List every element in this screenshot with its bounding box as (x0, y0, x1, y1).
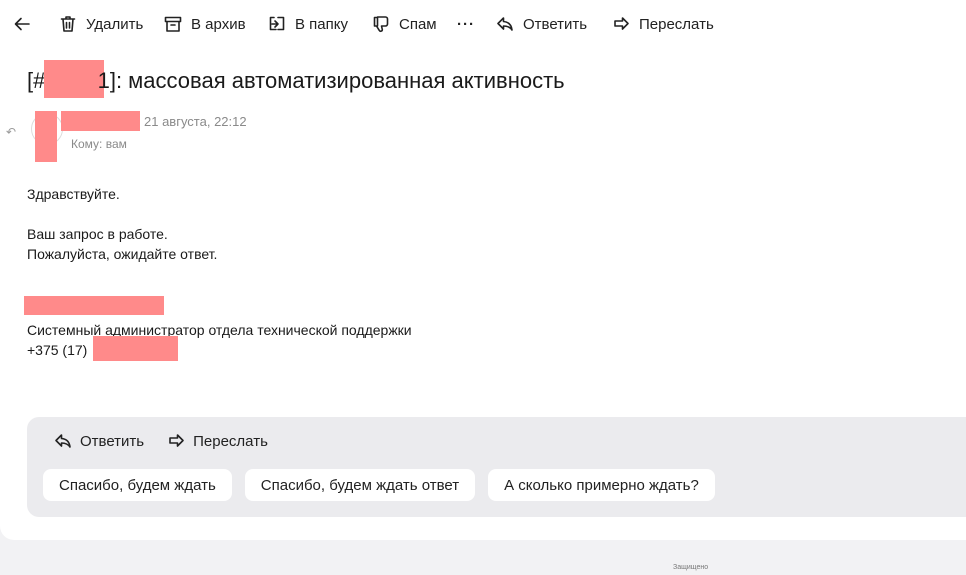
archive-button[interactable]: В архив (163, 8, 246, 40)
body-line-1: Ваш запрос в работе. (27, 226, 168, 242)
move-folder-icon (269, 16, 285, 31)
forward-label: Переслать (639, 15, 714, 33)
phone-redaction (93, 336, 178, 361)
folder-label: В папку (295, 15, 348, 33)
message-date: 21 августа, 22:12 (144, 114, 247, 129)
more-button[interactable]: ··· (457, 8, 475, 40)
reply-panel-actions: Ответить Переслать (53, 431, 290, 451)
protected-note: Защищено (673, 564, 709, 571)
quick-reply-panel: Ответить Переслать Спасибо, будем ждать … (27, 417, 966, 517)
arrow-left-icon (14, 17, 30, 31)
archive-icon (164, 16, 182, 32)
signature-name-redaction (24, 296, 164, 315)
message-body: Здравствуйте. Ваш запрос в работе. Пожал… (27, 184, 217, 264)
spam-button[interactable]: Спам (371, 8, 437, 40)
subject-mid: 1 (97, 68, 110, 93)
archive-label: В архив (191, 15, 246, 33)
panel-reply-button[interactable]: Ответить (53, 431, 144, 451)
message-card: Удалить В архив В папку Спам ··· Ответит… (0, 0, 966, 540)
panel-forward-button[interactable]: Переслать (166, 431, 268, 451)
body-line-2: Пожалуйста, ожидайте ответ. (27, 246, 218, 262)
reply-icon (55, 434, 71, 448)
subject-redaction (43, 60, 104, 98)
subject-suffix: ]: массовая автоматизированная активност… (109, 68, 565, 93)
message-toolbar: Удалить В архив В папку Спам ··· Ответит… (0, 0, 966, 48)
delete-button[interactable]: Удалить (58, 8, 143, 40)
forward-icon (169, 434, 184, 447)
greeting-text: Здравствуйте. (27, 186, 120, 202)
message-subject: [#5 1]: массовая автоматизированная актив… (27, 60, 565, 98)
delete-label: Удалить (86, 15, 144, 33)
forward-icon (614, 17, 629, 30)
phone-prefix: +375 (17) (27, 342, 88, 358)
spam-label: Спам (399, 15, 437, 33)
thumbs-down-icon (373, 16, 389, 33)
signature-block: Системный администратор отдела техническ… (27, 320, 412, 360)
forward-button[interactable]: Переслать (611, 8, 714, 40)
more-icon: ··· (457, 15, 475, 33)
quick-reply-chip[interactable]: А сколько примерно ждать? (488, 469, 715, 501)
quick-reply-chips: Спасибо, будем ждать Спасибо, будем ждат… (43, 469, 728, 501)
panel-reply-label: Ответить (80, 432, 145, 450)
recipient-line[interactable]: Кому: вам (71, 137, 127, 151)
quick-reply-chip[interactable]: Спасибо, будем ждать ответ (244, 469, 476, 501)
back-button[interactable] (12, 8, 32, 40)
panel-forward-label: Переслать (193, 432, 268, 450)
move-to-folder-button[interactable]: В папку (267, 8, 348, 40)
avatar-redaction (35, 111, 57, 162)
reply-button[interactable]: Ответить (495, 8, 587, 40)
quick-reply-chip[interactable]: Спасибо, будем ждать (43, 469, 232, 501)
sender-name-redaction[interactable] (61, 111, 140, 131)
reply-icon (497, 17, 513, 31)
signature-title: Системный администратор отдела техническ… (27, 322, 412, 338)
replied-indicator-icon: ↶ (6, 125, 17, 139)
reply-label: Ответить (523, 15, 588, 33)
trash-icon (60, 16, 76, 32)
signature-phone: +375 (17) (27, 340, 412, 360)
